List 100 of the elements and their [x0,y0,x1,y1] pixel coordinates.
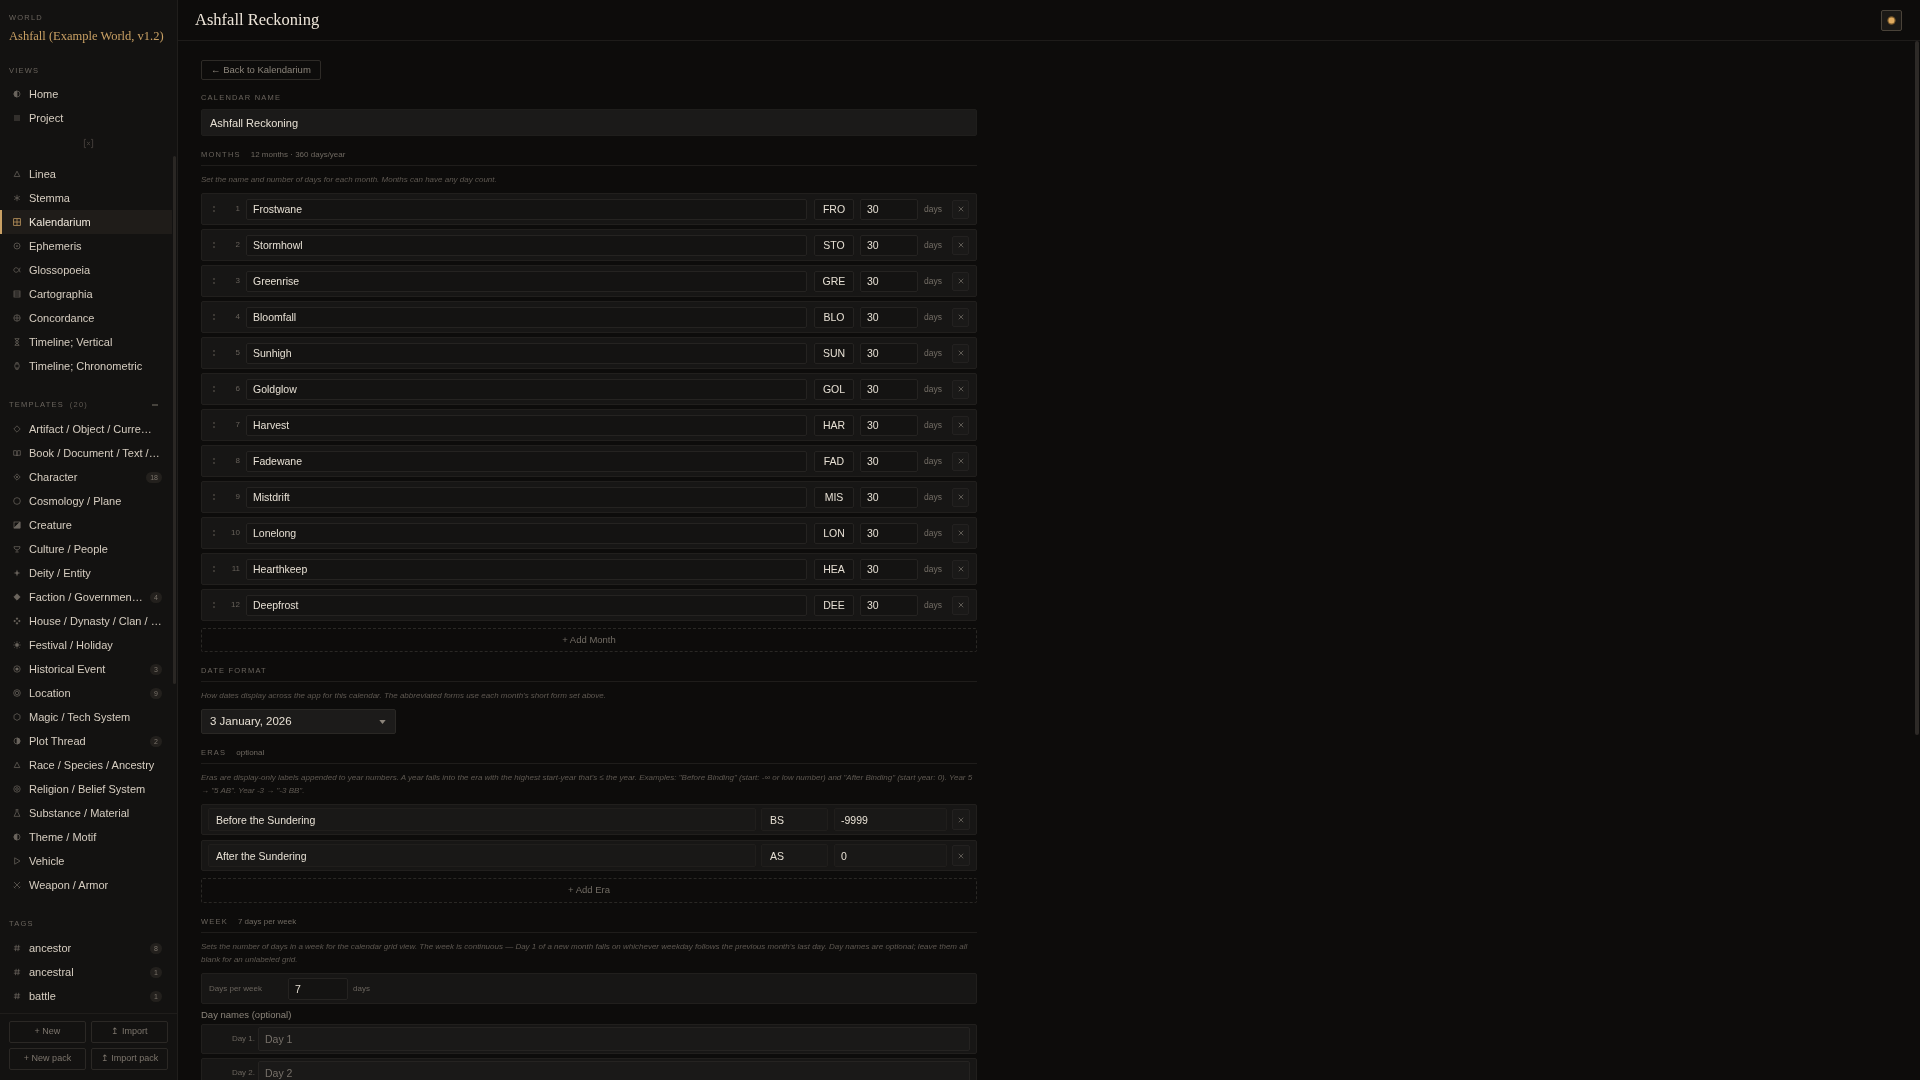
date-format-select[interactable]: 3 January, 2026 [201,709,396,734]
month-name-field[interactable]: Goldglow [246,378,807,400]
action-button[interactable]: ↥ Import pack [91,1048,168,1070]
month-name-field[interactable]: Frostwane [246,198,807,220]
month-name-field[interactable]: Mistdrift [246,486,807,508]
abbreviation-field[interactable]: BS [761,808,828,831]
abbreviation-field[interactable]: DEE [814,594,854,616]
abbreviation-field[interactable]: STO [814,234,854,256]
day-name-field[interactable]: Day 1 [258,1027,970,1051]
sidebar-item[interactable]: Project [0,106,172,130]
sidebar-item[interactable]: Race / Species / Ancestry [0,753,172,777]
month-name-field[interactable]: Bloomfall [246,306,807,328]
drag-handle-icon[interactable] [212,601,216,609]
drag-handle-icon[interactable] [212,421,216,429]
remove-button[interactable] [952,415,969,435]
sidebar-item[interactable]: Deity / Entity [0,561,172,585]
remove-button[interactable] [952,235,969,255]
sidebar-item[interactable]: Concordance [0,306,172,330]
sidebar-item[interactable]: Stemma [0,186,172,210]
sidebar-item[interactable]: Festival / Holiday [0,633,172,657]
add-month-button[interactable]: + Add Month [201,628,977,652]
sidebar-item[interactable]: Artifact / Object / Curre… [0,417,172,441]
action-button[interactable]: + New [9,1021,86,1043]
sidebar-item[interactable]: Book / Document / Text /… [0,441,172,465]
abbreviation-field[interactable]: HEA [814,558,854,580]
drag-handle-icon[interactable] [212,205,216,213]
sidebar-item[interactable]: Linea [0,162,172,186]
month-name-field[interactable]: Greenrise [246,270,807,292]
month-name-field[interactable]: Harvest [246,414,807,436]
drag-handle-icon[interactable] [212,385,216,393]
sidebar-item[interactable]: Ephemeris [0,234,172,258]
sidebar-item[interactable]: Cosmology / Plane [0,489,172,513]
month-name-field[interactable]: Lonelong [246,522,807,544]
day-count-field[interactable]: 30 [860,342,918,364]
remove-button[interactable] [952,809,970,830]
remove-button[interactable] [952,523,969,543]
month-name-field[interactable]: Deepfrost [246,594,807,616]
days-per-week-field[interactable]: 7 [288,977,348,1000]
scrollbar-thumb[interactable] [1915,41,1919,735]
abbreviation-field[interactable]: GRE [814,270,854,292]
action-button[interactable]: + New pack [9,1048,86,1070]
frame-icon[interactable] [83,137,94,149]
day-count-field[interactable]: 30 [860,414,918,436]
sidebar-item[interactable]: Magic / Tech System [0,705,172,729]
day-name-field[interactable]: Day 2 [258,1061,970,1080]
abbreviation-field[interactable]: GOL [814,378,854,400]
abbreviation-field[interactable]: BLO [814,306,854,328]
month-name-field[interactable]: Hearthkeep [246,558,807,580]
abbreviation-field[interactable]: SUN [814,342,854,364]
remove-button[interactable] [952,271,969,291]
back-button[interactable]: ← Back to Kalendarium [201,60,321,80]
remove-button[interactable] [952,199,969,219]
day-count-field[interactable]: 30 [860,486,918,508]
day-count-field[interactable]: 30 [860,198,918,220]
abbreviation-field[interactable]: FRO [814,198,854,220]
sidebar-item[interactable]: Glossopoeia [0,258,172,282]
sidebar-item[interactable]: Vehicle [0,849,172,873]
day-count-field[interactable]: 30 [860,378,918,400]
month-name-field[interactable]: Stormhowl [246,234,807,256]
sidebar-item[interactable]: Home [0,82,172,106]
theme-toggle-button[interactable] [1881,9,1902,31]
day-count-field[interactable]: 30 [860,270,918,292]
sidebar-item[interactable]: Weapon / Armor [0,873,172,897]
abbreviation-field[interactable]: FAD [814,450,854,472]
start-year-field[interactable]: -9999 [834,808,947,831]
remove-button[interactable] [952,845,970,866]
minus-icon[interactable] [152,403,158,407]
remove-button[interactable] [952,379,969,399]
remove-button[interactable] [952,487,969,507]
abbreviation-field[interactable]: LON [814,522,854,544]
drag-handle-icon[interactable] [212,277,216,285]
drag-handle-icon[interactable] [212,565,216,573]
drag-handle-icon[interactable] [212,457,216,465]
drag-handle-icon[interactable] [212,241,216,249]
day-count-field[interactable]: 30 [860,306,918,328]
era-name-field[interactable]: After the Sundering [208,844,756,867]
remove-button[interactable] [952,595,969,615]
day-count-field[interactable]: 30 [860,558,918,580]
remove-button[interactable] [952,451,969,471]
day-count-field[interactable]: 30 [860,450,918,472]
start-year-field[interactable]: 0 [834,844,947,867]
abbreviation-field[interactable]: MIS [814,486,854,508]
drag-handle-icon[interactable] [212,529,216,537]
add-era-button[interactable]: + Add Era [201,878,977,903]
sidebar-item[interactable]: House / Dynasty / Clan / … [0,609,172,633]
day-count-field[interactable]: 30 [860,594,918,616]
sidebar-item[interactable]: Creature [0,513,172,537]
drag-handle-icon[interactable] [212,313,216,321]
sidebar-item[interactable]: Timeline; Chronometric [0,354,172,378]
calendar-name-field[interactable]: Ashfall Reckoning [201,109,977,136]
remove-button[interactable] [952,559,969,579]
sidebar-item[interactable]: Cartographia [0,282,172,306]
drag-handle-icon[interactable] [212,493,216,501]
remove-button[interactable] [952,343,969,363]
abbreviation-field[interactable]: AS [761,844,828,867]
sidebar-item[interactable]: Culture / People [0,537,172,561]
month-name-field[interactable]: Fadewane [246,450,807,472]
era-name-field[interactable]: Before the Sundering [208,808,756,831]
month-name-field[interactable]: Sunhigh [246,342,807,364]
drag-handle-icon[interactable] [212,349,216,357]
